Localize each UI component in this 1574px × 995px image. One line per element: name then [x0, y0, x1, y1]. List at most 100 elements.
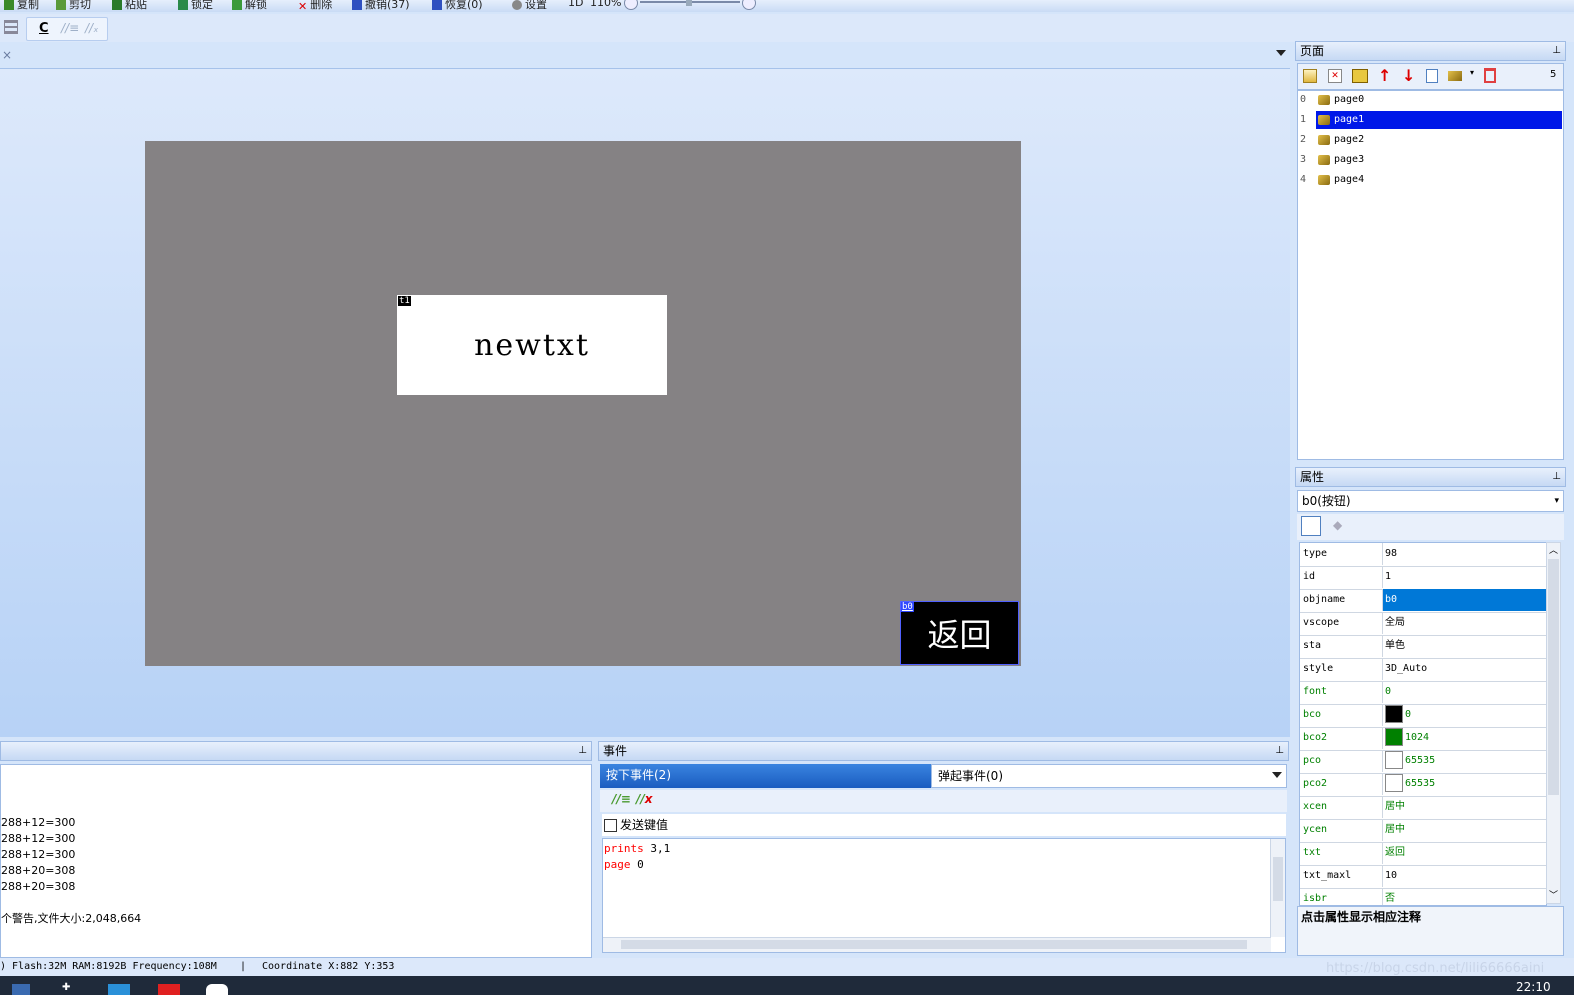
property-row[interactable]: isbr 否 [1300, 888, 1546, 905]
comment-icon[interactable]: //≡ [612, 792, 631, 806]
property-row[interactable]: font 0 [1300, 681, 1546, 705]
color-swatch[interactable] [1385, 728, 1403, 746]
delete-page-icon[interactable]: ✕ [1328, 69, 1342, 83]
color-swatch[interactable] [1385, 774, 1403, 792]
property-row[interactable]: xcen 居中 [1300, 796, 1546, 820]
property-value[interactable]: 3D_Auto [1382, 658, 1546, 680]
undo-button[interactable]: 撤销(37) [352, 0, 410, 11]
property-value[interactable]: 65535 [1382, 750, 1546, 772]
send-key-checkbox[interactable] [604, 819, 617, 832]
property-value[interactable]: 10 [1382, 865, 1546, 887]
align-icon[interactable] [4, 20, 18, 34]
scroll-down-icon[interactable]: ﹀ [1549, 888, 1558, 901]
code-args: 0 [630, 858, 644, 871]
component-selector[interactable]: b0(按钮) ▾ [1297, 490, 1564, 512]
zoom-out-icon[interactable] [624, 0, 638, 10]
property-value[interactable]: 否 [1382, 888, 1546, 905]
text-component[interactable]: newtxt [397, 295, 667, 395]
page-list-item[interactable]: 4 page4 [1298, 171, 1562, 189]
delete-button[interactable]: ✕ 删除 [298, 0, 332, 12]
scroll-thumb[interactable] [1273, 857, 1283, 901]
code-vscrollbar[interactable] [1270, 839, 1285, 937]
copy-page-icon[interactable] [1426, 69, 1438, 83]
property-row[interactable]: style 3D_Auto [1300, 658, 1546, 682]
add-page-icon[interactable] [1303, 69, 1317, 83]
pin-icon[interactable]: ⊥ [1552, 468, 1561, 486]
import-page-icon[interactable] [1352, 69, 1368, 83]
color-swatch[interactable] [1385, 751, 1403, 769]
taskbar-app-icon[interactable] [108, 984, 130, 995]
uncomment-icon[interactable]: //ₓ [85, 21, 98, 35]
comment-icon[interactable]: //≡ [61, 21, 79, 35]
lock-button[interactable]: 锁定 [178, 0, 213, 11]
uncomment-icon[interactable]: //x [636, 792, 653, 806]
unlock-button[interactable]: 解锁 [232, 0, 267, 11]
cut-button[interactable]: 剪切 [56, 0, 91, 11]
move-down-icon[interactable]: ↓ [1402, 66, 1415, 85]
page-list-item[interactable]: 3 page3 [1298, 151, 1562, 169]
property-row[interactable]: txt_maxl 10 [1300, 865, 1546, 889]
pin-icon[interactable]: ⊥ [1275, 742, 1284, 760]
hmi-page-canvas[interactable] [145, 141, 1021, 666]
trash-icon[interactable] [1484, 68, 1496, 83]
settings-button[interactable]: 设置 [512, 0, 547, 11]
close-editor-icon[interactable]: × [2, 48, 12, 62]
property-value-text: 全局 [1385, 617, 1405, 628]
dropdown-arrow-icon[interactable]: ▾ [1470, 68, 1474, 77]
property-row[interactable]: sta 单色 [1300, 635, 1546, 659]
property-row[interactable]: vscope 全局 [1300, 612, 1546, 636]
property-value[interactable]: 1024 [1382, 727, 1546, 749]
property-value[interactable]: 0 [1382, 681, 1546, 703]
page-icon[interactable] [1448, 71, 1462, 81]
property-row[interactable]: id 1 [1300, 566, 1546, 590]
c-icon[interactable]: C [39, 21, 49, 36]
property-value[interactable]: 1 [1382, 566, 1546, 588]
copy-button[interactable]: 复制 [4, 0, 39, 11]
button-component[interactable]: 返回 [900, 601, 1019, 665]
paste-button[interactable]: 粘贴 [112, 0, 147, 11]
property-row[interactable]: pco 65535 [1300, 750, 1546, 774]
chevron-down-icon[interactable] [1272, 772, 1282, 778]
property-row[interactable]: ycen 居中 [1300, 819, 1546, 843]
tab-press-event[interactable]: 按下事件(2) [600, 764, 931, 788]
property-value[interactable]: 单色 [1382, 635, 1546, 657]
zoom-in-icon[interactable] [742, 0, 756, 10]
scroll-thumb[interactable] [1548, 559, 1559, 795]
taskbar-app-icon[interactable] [206, 984, 228, 995]
props-scrollbar[interactable]: ︿ ﹀ [1546, 542, 1561, 904]
scroll-up-icon[interactable]: ︿ [1549, 543, 1558, 556]
tab-release-event[interactable]: 弹起事件(0) [931, 764, 1287, 788]
taskbar-app-icon[interactable] [12, 984, 30, 995]
page-list-item[interactable]: 0 page0 [1298, 91, 1562, 109]
property-row[interactable]: pco2 65535 [1300, 773, 1546, 797]
page-list-item-selected[interactable]: 1 page1 [1298, 111, 1562, 129]
event-code-editor[interactable]: prints 3,1 page 0 [602, 838, 1286, 953]
taskbar-app-icon[interactable] [158, 984, 180, 995]
property-value[interactable]: 65535 [1382, 773, 1546, 795]
property-row[interactable]: bco2 1024 [1300, 727, 1546, 751]
zoom-slider-thumb[interactable] [686, 0, 692, 6]
taskbar-app-icon[interactable]: ✚ [62, 982, 76, 993]
pin-icon[interactable]: ⊥ [1552, 42, 1561, 60]
property-row[interactable]: txt 返回 [1300, 842, 1546, 866]
move-up-icon[interactable]: ↑ [1378, 66, 1391, 85]
property-value[interactable]: 居中 [1382, 819, 1546, 841]
categorize-icon[interactable] [1301, 516, 1321, 536]
property-value[interactable]: 0 [1382, 704, 1546, 726]
sort-icon[interactable]: ◆ [1333, 518, 1342, 532]
property-value[interactable]: 居中 [1382, 796, 1546, 818]
pin-icon[interactable]: ⊥ [578, 742, 587, 760]
chevron-down-icon[interactable] [1276, 50, 1286, 56]
page-list-item[interactable]: 2 page2 [1298, 131, 1562, 149]
property-row[interactable]: objname b0 [1300, 589, 1546, 613]
scroll-thumb[interactable] [621, 940, 1247, 949]
property-value[interactable]: 返回 [1382, 842, 1546, 864]
code-hscrollbar[interactable] [603, 937, 1271, 952]
color-swatch[interactable] [1385, 705, 1403, 723]
property-row[interactable]: bco 0 [1300, 704, 1546, 728]
property-row[interactable]: type 98 [1300, 543, 1546, 567]
redo-button[interactable]: 恢复(0) [432, 0, 483, 11]
property-value[interactable]: b0 [1382, 589, 1546, 611]
property-value[interactable]: 98 [1382, 543, 1546, 565]
property-value[interactable]: 全局 [1382, 612, 1546, 634]
